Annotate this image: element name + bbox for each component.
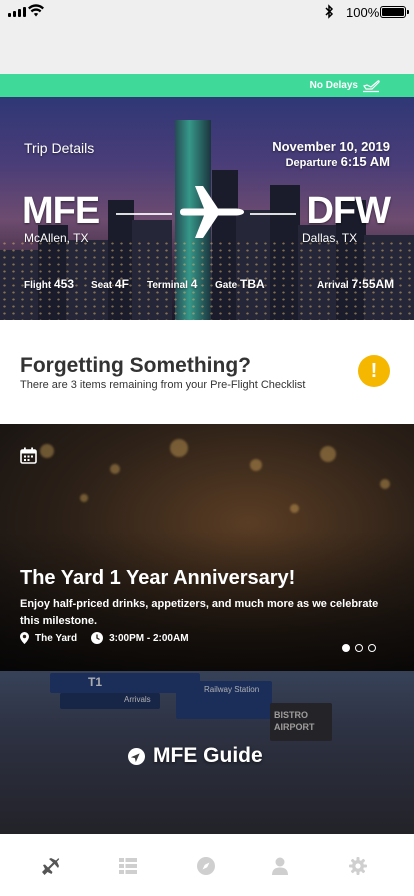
origin-airport-code: MFE [22, 190, 100, 232]
route-line-right [250, 213, 296, 215]
event-time: 3:00PM - 2:00AM [109, 632, 189, 644]
arrival-value: 7:55AM [351, 277, 395, 291]
arrival-label: Arrival [317, 280, 349, 291]
plane-departure-icon [363, 80, 380, 93]
airplane-icon [180, 186, 244, 238]
compass-icon [197, 857, 215, 875]
tab-profile[interactable] [268, 854, 292, 878]
guide-title: MFE Guide [153, 744, 263, 767]
carousel-dot[interactable] [368, 644, 376, 652]
departure-time-value: 6:15 AM [340, 154, 390, 169]
clock-icon [91, 632, 104, 644]
airport-guide-card[interactable]: T1 Arrivals Railway Station BISTRO AIRPO… [0, 671, 414, 834]
preflight-checklist-card[interactable]: Forgetting Something? There are 3 items … [0, 320, 414, 424]
seat-value: 4F [114, 277, 129, 291]
seat-label: Seat [91, 280, 113, 291]
event-meta: The Yard 3:00PM - 2:00AM [20, 632, 189, 644]
delay-status-text: No Delays [309, 80, 358, 91]
battery-icon [380, 6, 409, 18]
gate-value: TBA [240, 277, 265, 291]
checklist-subtitle: There are 3 items remaining from your Pr… [20, 379, 306, 391]
destination-airport-code: DFW [306, 190, 391, 232]
arrival-time: Arrival 7:55AM [317, 277, 394, 291]
origin-city: McAllen, TX [24, 231, 89, 245]
carousel-dot[interactable] [355, 644, 363, 652]
trip-details-label: Trip Details [24, 140, 95, 156]
event-card[interactable]: The Yard 1 Year Anniversary! Enjoy half-… [0, 424, 414, 671]
flight-date: November 10, 2019 [272, 139, 390, 154]
departure-label: Departure [285, 157, 338, 169]
event-location: The Yard [35, 632, 78, 644]
gate-number: Gate TBA [215, 277, 265, 291]
bluetooth-icon [325, 4, 334, 19]
wifi-icon [28, 4, 44, 17]
carousel-dot[interactable] [342, 644, 350, 652]
list-icon [119, 858, 137, 874]
trip-details-card[interactable]: Trip Details November 10, 2019 Departure… [0, 97, 414, 320]
departure-time: Departure 6:15 AM [286, 154, 390, 169]
flight-number: Flight 453 [24, 277, 74, 291]
compass-icon [128, 747, 145, 765]
checklist-title: Forgetting Something? [20, 354, 251, 377]
event-description: Enjoy half-priced drinks, appetizers, an… [20, 598, 379, 627]
battery-percent: 100% [346, 5, 380, 20]
delay-status-bar: No Delays [0, 74, 414, 97]
location-pin-icon [20, 632, 29, 644]
route-line-left [116, 213, 172, 215]
event-title: The Yard 1 Year Anniversary! [20, 567, 296, 589]
flight-value: 453 [54, 277, 75, 291]
guide-label: MFE Guide [128, 744, 263, 768]
terminal-label: Terminal [147, 280, 188, 291]
tab-checklist[interactable] [116, 854, 140, 878]
gate-label: Gate [215, 280, 238, 291]
user-icon [272, 857, 288, 875]
status-bar: 100% [0, 0, 414, 74]
terminal-value: 4 [190, 277, 198, 291]
gear-icon [349, 857, 367, 875]
tab-flights[interactable] [38, 854, 62, 878]
signal-icon [8, 7, 26, 17]
alert-icon[interactable]: ! [358, 355, 390, 387]
plane-icon [42, 858, 60, 875]
seat-number: Seat 4F [91, 277, 129, 291]
calendar-icon [20, 447, 37, 464]
carousel-dots[interactable] [342, 644, 376, 652]
destination-city: Dallas, TX [302, 231, 358, 245]
terminal-number: Terminal 4 [147, 277, 197, 291]
tab-settings[interactable] [346, 854, 370, 878]
flight-label: Flight [24, 280, 52, 291]
tab-explore[interactable] [194, 854, 218, 878]
tab-bar [0, 834, 414, 896]
